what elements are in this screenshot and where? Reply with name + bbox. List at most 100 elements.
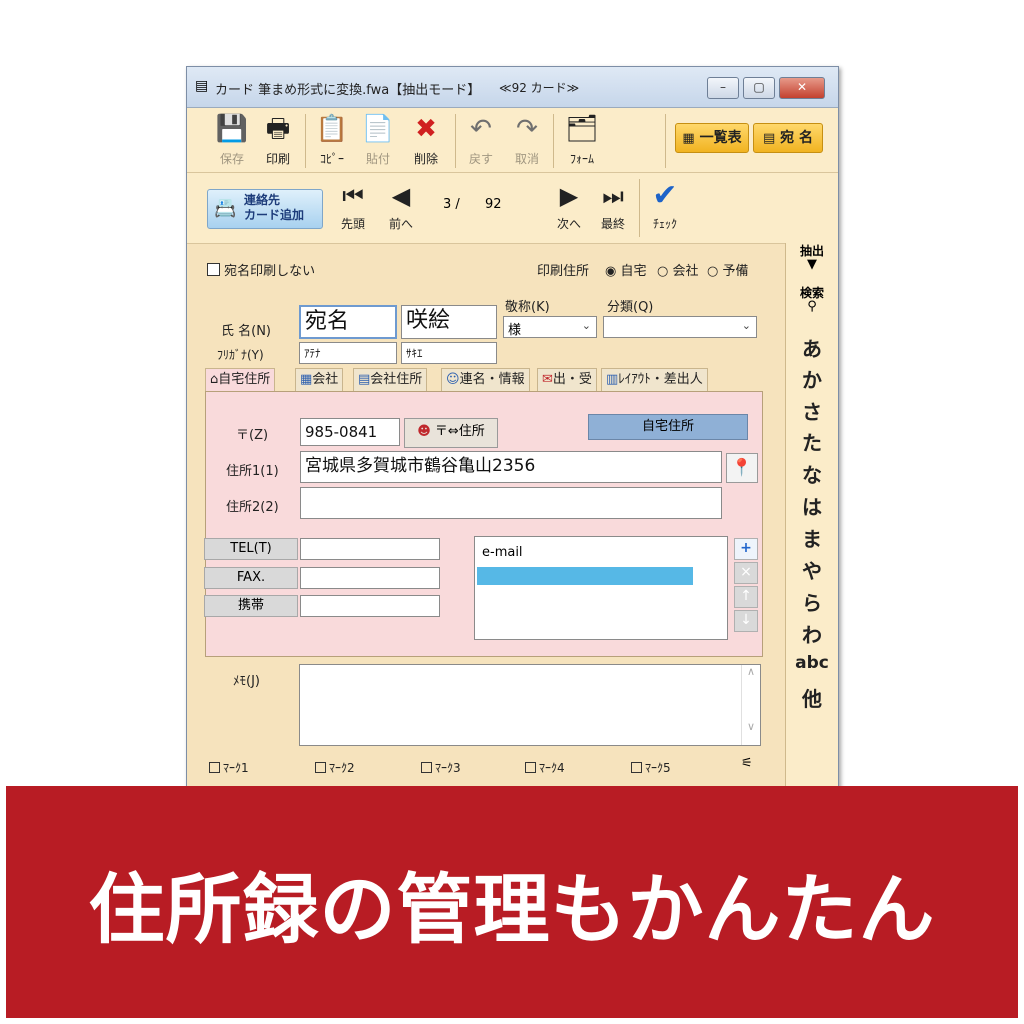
tab-label: 出・受 <box>552 372 592 387</box>
print-icon: 🖶 <box>265 114 291 144</box>
form-button[interactable]: 🗂 ﾌｫｰﾑ <box>557 112 607 167</box>
add-email-button[interactable]: + <box>734 538 758 560</box>
undo-button[interactable]: ↶ 戻す <box>459 112 503 167</box>
first-label: 先頭 <box>340 217 365 231</box>
address-type-header: 自宅住所 <box>588 414 748 440</box>
redo-button[interactable]: ↷ 取消 <box>505 112 549 167</box>
kana-index-sa[interactable]: さ <box>786 396 838 425</box>
radio-spare[interactable]: ○ 予備 <box>707 260 749 279</box>
index-abc[interactable]: abc <box>786 653 838 673</box>
last-record-button[interactable]: ⏭ 最終 <box>593 181 633 232</box>
print-button[interactable]: 🖶 印刷 <box>253 112 303 167</box>
tab-company-address[interactable]: ▤会社住所 <box>353 368 428 391</box>
add-card-icon: 📇 <box>214 198 237 219</box>
zip-label: 〒(Z) <box>236 428 269 443</box>
radio-home[interactable]: ◉ 自宅 <box>605 260 647 279</box>
tab-label: 連名・情報 <box>459 372 525 387</box>
mark-settings-icon[interactable]: ⚟ <box>741 756 753 771</box>
last-kana-input[interactable]: ｱﾃﾅ <box>299 342 397 364</box>
add-contact-card-button[interactable]: 📇 連絡先 カード追加 <box>207 189 323 229</box>
memo-scrollbar[interactable]: ∧ ∨ <box>741 665 760 745</box>
layout-icon: ▥ <box>606 372 619 387</box>
index-other[interactable]: 他 <box>786 683 838 712</box>
honorific-select[interactable]: 様 ⌄ <box>503 316 597 338</box>
kana-index-ra[interactable]: ら <box>786 587 838 616</box>
mark1-checkbox[interactable]: ﾏｰｸ1 <box>209 759 249 776</box>
name-label: 氏 名(N) <box>221 324 272 339</box>
close-button[interactable]: ✕ <box>779 77 825 99</box>
extract-button[interactable]: 抽出 ▼ <box>786 245 838 272</box>
tab-label: 会社 <box>312 372 339 387</box>
chevron-down-icon: ⌄ <box>741 319 751 332</box>
card-count: ≪92 カード≫ <box>499 81 580 95</box>
tab-sent-received[interactable]: ✉出・受 <box>537 368 597 391</box>
checkbox-box <box>209 762 220 773</box>
mobile-label: 携帯 <box>204 595 298 617</box>
zip-convert-button[interactable]: ☻ 〒⇔住所 <box>404 418 498 448</box>
mark-label: ﾏｰｸ3 <box>435 761 461 775</box>
move-down-email-button[interactable]: ↓ <box>734 610 758 632</box>
kana-index-ta[interactable]: た <box>786 427 838 456</box>
tab-layout-sender[interactable]: ▥ﾚｲｱｳﾄ・差出人 <box>601 368 708 391</box>
kana-index-ka[interactable]: か <box>786 364 838 393</box>
email-list-item-selected[interactable] <box>477 567 693 585</box>
paste-button[interactable]: 📄 貼付 <box>355 112 401 167</box>
mark4-checkbox[interactable]: ﾏｰｸ4 <box>525 759 565 776</box>
kana-index-ya[interactable]: や <box>786 555 838 584</box>
check-button[interactable]: ✔ ﾁｪｯｸ <box>643 181 687 232</box>
no-print-checkbox[interactable]: 宛名印刷しない <box>207 260 315 279</box>
prev-icon: ◀ <box>391 182 411 210</box>
minimize-button[interactable]: – <box>707 77 739 99</box>
tab-joint-names[interactable]: ☺連名・情報 <box>441 368 530 391</box>
save-button[interactable]: 💾 保存 <box>207 112 257 167</box>
first-name-input[interactable]: 咲絵 <box>401 305 497 339</box>
fax-input[interactable] <box>300 567 440 589</box>
address-view-label: 宛 名 <box>780 130 814 146</box>
mark3-checkbox[interactable]: ﾏｰｸ3 <box>421 759 461 776</box>
copy-button[interactable]: 📋 ｺﾋﾟｰ <box>309 112 355 167</box>
kana-index-bar: 抽出 ▼ 検索 ⚲ あ か さ た な は ま や ら わ abc 他 <box>785 243 838 807</box>
kana-index-wa[interactable]: わ <box>786 619 838 648</box>
address-view-button[interactable]: ▤ 宛 名 <box>753 123 823 153</box>
tab-home-address[interactable]: ⌂自宅住所 <box>205 368 276 391</box>
paste-icon: 📄 <box>361 114 395 144</box>
zip-input[interactable]: 985-0841 <box>300 418 400 446</box>
email-list[interactable]: e-mail <box>474 536 728 640</box>
address1-input[interactable]: 宮城県多賀城市鶴谷亀山2356 <box>300 451 722 483</box>
delete-button[interactable]: ✖ 削除 <box>401 112 451 167</box>
radio-company[interactable]: ○ 会社 <box>657 260 699 279</box>
tab-label: ﾚｲｱｳﾄ・差出人 <box>618 372 703 387</box>
mark-label: ﾏｰｸ4 <box>539 761 565 775</box>
map-pin-button[interactable]: 📍 <box>726 453 758 483</box>
delete-email-button[interactable]: × <box>734 562 758 584</box>
tel-input[interactable] <box>300 538 440 560</box>
kana-index-ha[interactable]: は <box>786 491 838 520</box>
move-up-email-button[interactable]: ↑ <box>734 586 758 608</box>
prev-record-button[interactable]: ◀ 前へ <box>381 181 421 232</box>
category-select[interactable]: ⌄ <box>603 316 757 338</box>
email-list-item[interactable]: e-mail <box>482 545 523 560</box>
checkmark-icon: ✔ <box>652 178 678 213</box>
mobile-input[interactable] <box>300 595 440 617</box>
category-label: 分類(Q) <box>607 300 654 315</box>
search-button[interactable]: 検索 ⚲ <box>786 287 838 314</box>
paste-label: 貼付 <box>365 152 390 166</box>
first-kana-input[interactable]: ｻｷｴ <box>401 342 497 364</box>
list-view-button[interactable]: ▦ 一覧表 <box>675 123 749 153</box>
kana-index-a[interactable]: あ <box>786 333 838 362</box>
kana-index-na[interactable]: な <box>786 459 838 488</box>
maximize-button[interactable]: ▢ <box>743 77 775 99</box>
mark-label: ﾏｰｸ1 <box>223 761 249 775</box>
home-address-panel: 〒(Z) 985-0841 ☻ 〒⇔住所 自宅住所 住所1(1) 宮城県多賀城市… <box>204 391 763 657</box>
card-form: 宛名印刷しない 印刷住所 ◉ 自宅 ○ 会社 ○ 予備 敬称(K) 分類(Q) … <box>187 244 785 807</box>
card-icon: ▤ <box>762 131 776 146</box>
next-record-button[interactable]: ▶ 次へ <box>549 181 589 232</box>
last-name-input[interactable]: 宛名 <box>299 305 397 339</box>
mark2-checkbox[interactable]: ﾏｰｸ2 <box>315 759 355 776</box>
kana-index-ma[interactable]: ま <box>786 523 838 552</box>
first-record-button[interactable]: ⏮ 先頭 <box>333 181 373 232</box>
address2-input[interactable] <box>300 487 722 519</box>
memo-textarea[interactable]: ∧ ∨ <box>299 664 761 746</box>
tab-company[interactable]: ▦会社 <box>295 368 344 391</box>
mark5-checkbox[interactable]: ﾏｰｸ5 <box>631 759 671 776</box>
